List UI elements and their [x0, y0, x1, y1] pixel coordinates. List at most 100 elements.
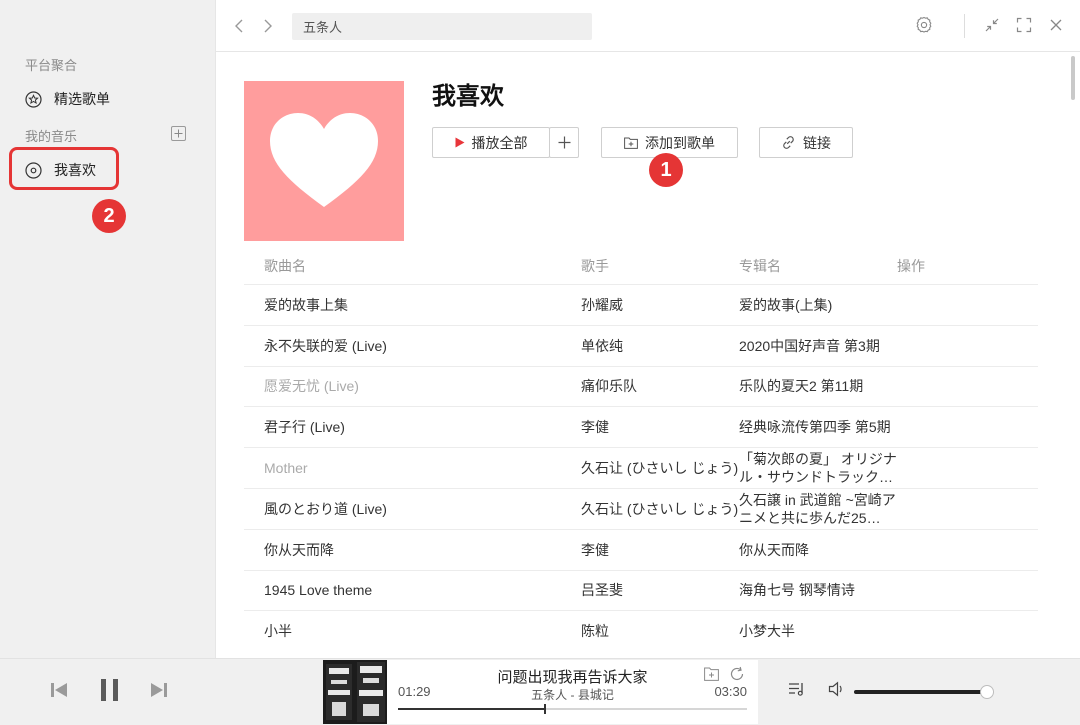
settings-button[interactable]: [914, 15, 934, 35]
song-title: 風のとおり道 (Live): [264, 500, 387, 517]
song-rows: 爱的故事上集 孙耀威 爱的故事(上集) 永不失联的爱 (Live) 单依纯 2020中国好…: [244, 284, 1038, 651]
song-row[interactable]: 1945 Love theme 吕圣斐 海角七号 钢琴情诗: [244, 569, 1038, 611]
volume-icon: [828, 681, 842, 697]
playlist-queue-button[interactable]: [788, 681, 806, 697]
add-to-queue-button[interactable]: [549, 127, 579, 158]
play-all-label: 播放全部: [471, 134, 528, 151]
volume-slider-handle[interactable]: [980, 685, 994, 699]
playback-progress-handle[interactable]: [543, 704, 546, 714]
song-row[interactable]: Mother 久石让 (ひさいし じょう) 「菊次郎の夏」 オリジナル・サウンドトラ…: [244, 447, 1038, 488]
close-icon: [1050, 19, 1062, 31]
playlist-page: 我喜欢 播放全部 添加到歌单 链接 1 歌曲名 歌手 专辑名 操作 爱的故事上集…: [216, 52, 1080, 658]
album-art-image: [323, 660, 387, 724]
top-bar-divider: [964, 14, 965, 38]
header-artist: 歌手: [581, 257, 609, 274]
link-label: 链接: [803, 134, 831, 151]
mini-mode-button[interactable]: [982, 15, 1002, 35]
song-album: 「菊次郎の夏」 オリジナル・サウンドトラック…: [739, 451, 897, 486]
song-artist: 陈粒: [581, 623, 609, 640]
song-title: 永不失联的爱 (Live): [264, 337, 387, 354]
skip-next-icon: [151, 683, 167, 697]
song-album: 2020中国好声音 第3期: [739, 337, 880, 354]
skip-previous-icon: [51, 683, 67, 697]
scrollbar-thumb[interactable]: [1071, 56, 1075, 100]
chevron-right-icon: [264, 19, 272, 33]
now-playing-artist-album: 五条人 - 县城记: [531, 688, 614, 702]
search-input[interactable]: 五条人: [292, 13, 592, 40]
forward-button[interactable]: [259, 16, 277, 36]
plus-icon: [174, 129, 183, 138]
repeat-mode-button[interactable]: [729, 666, 745, 682]
playlist-title: 我喜欢: [432, 83, 504, 110]
song-artist: 李健: [581, 419, 609, 436]
song-title: 爱的故事上集: [264, 296, 348, 313]
song-album: 爱的故事(上集): [739, 296, 833, 313]
header-song-name: 歌曲名: [264, 257, 306, 274]
song-row[interactable]: 愿爱无忧 (Live) 痛仰乐队 乐队的夏天2 第11期: [244, 365, 1038, 407]
song-artist: 孙耀威: [581, 296, 623, 313]
back-button[interactable]: [230, 16, 248, 36]
elapsed-time: 01:29: [398, 684, 431, 699]
add-to-playlist-label: 添加到歌单: [645, 134, 715, 151]
song-artist: 久石让 (ひさいし じょう): [581, 500, 739, 517]
star-circle-icon: [25, 90, 42, 108]
song-artist: 单依纯: [581, 337, 623, 354]
song-row[interactable]: 小半 陈粒 小梦大半: [244, 610, 1038, 651]
playback-progress-fill: [398, 708, 545, 710]
total-duration: 03:30: [714, 684, 747, 699]
close-button[interactable]: [1046, 15, 1066, 35]
folder-add-icon: [624, 137, 638, 149]
link-icon: [781, 135, 796, 150]
pause-icon: [101, 679, 118, 701]
callout-badge-2: 2: [92, 199, 126, 233]
playlist-queue-icon: [789, 683, 803, 696]
callout-badge-1: 1: [649, 153, 683, 187]
next-track-button[interactable]: [150, 681, 168, 699]
expand-icon: [1016, 17, 1032, 33]
song-table-header: 歌曲名 歌手 专辑名 操作: [244, 247, 1038, 284]
song-title: Mother: [264, 460, 308, 477]
sidebar-section-platform: 平台聚合: [25, 58, 78, 73]
song-title: 君子行 (Live): [264, 419, 345, 436]
song-row[interactable]: 君子行 (Live) 李健 经典咏流传第四季 第5期: [244, 406, 1038, 447]
song-title: 1945 Love theme: [264, 582, 373, 599]
song-row[interactable]: 你从天而降 李健 你从天而降: [244, 528, 1038, 570]
play-icon: [455, 137, 465, 148]
song-table: 歌曲名 歌手 专辑名 操作 爱的故事上集 孙耀威 爱的故事(上集) 永不失联的爱 (L…: [244, 247, 1038, 651]
playback-progress-bar[interactable]: [398, 704, 747, 714]
sidebar-item-featured[interactable]: 精选歌单: [25, 89, 110, 109]
song-row[interactable]: 風のとおり道 (Live) 久石让 (ひさいし じょう) 久石譲 in 武道館 ~宮…: [244, 487, 1038, 529]
sidebar-section-my-music: 我的音乐: [25, 129, 78, 144]
now-playing-album-art[interactable]: [323, 660, 387, 724]
player-bar: 问题出现我再告诉大家 五条人 - 县城记 01:29 03:30: [0, 658, 1080, 725]
play-all-button[interactable]: 播放全部: [432, 127, 550, 158]
volume-slider-fill: [854, 690, 987, 694]
header-album: 专辑名: [739, 257, 781, 274]
song-title: 你从天而降: [264, 541, 334, 558]
shrink-arrows-icon: [985, 18, 999, 32]
volume-button[interactable]: [828, 681, 846, 697]
song-row[interactable]: 永不失联的爱 (Live) 单依纯 2020中国好声音 第3期: [244, 324, 1038, 366]
add-to-playlist-small-button[interactable]: [703, 666, 719, 682]
song-artist: 李健: [581, 541, 609, 558]
song-album: 久石譲 in 武道館 ~宮崎アニメと共に歩んだ25…: [739, 491, 896, 526]
link-button[interactable]: 链接: [759, 127, 853, 158]
repeat-icon: [730, 666, 744, 681]
song-album: 小梦大半: [739, 623, 795, 640]
now-playing-panel: 问题出现我再告诉大家 五条人 - 县城记 01:29 03:30: [387, 660, 758, 724]
previous-track-button[interactable]: [50, 681, 68, 699]
sidebar-item-featured-label: 精选歌单: [54, 91, 110, 107]
pause-button[interactable]: [99, 678, 121, 702]
playlist-cover: [244, 81, 404, 241]
song-row[interactable]: 爱的故事上集 孙耀威 爱的故事(上集): [244, 284, 1038, 325]
chevron-left-icon: [235, 19, 243, 33]
fullscreen-button[interactable]: [1014, 15, 1034, 35]
song-title: 小半: [264, 623, 292, 640]
song-album: 乐队的夏天2 第11期: [739, 378, 864, 395]
top-bar: 五条人: [216, 0, 1080, 52]
volume-slider[interactable]: [854, 685, 994, 699]
song-artist: 痛仰乐队: [581, 378, 637, 395]
folder-add-icon: [703, 667, 719, 681]
create-playlist-button[interactable]: [171, 126, 186, 141]
highlight-box-liked: [9, 147, 119, 190]
